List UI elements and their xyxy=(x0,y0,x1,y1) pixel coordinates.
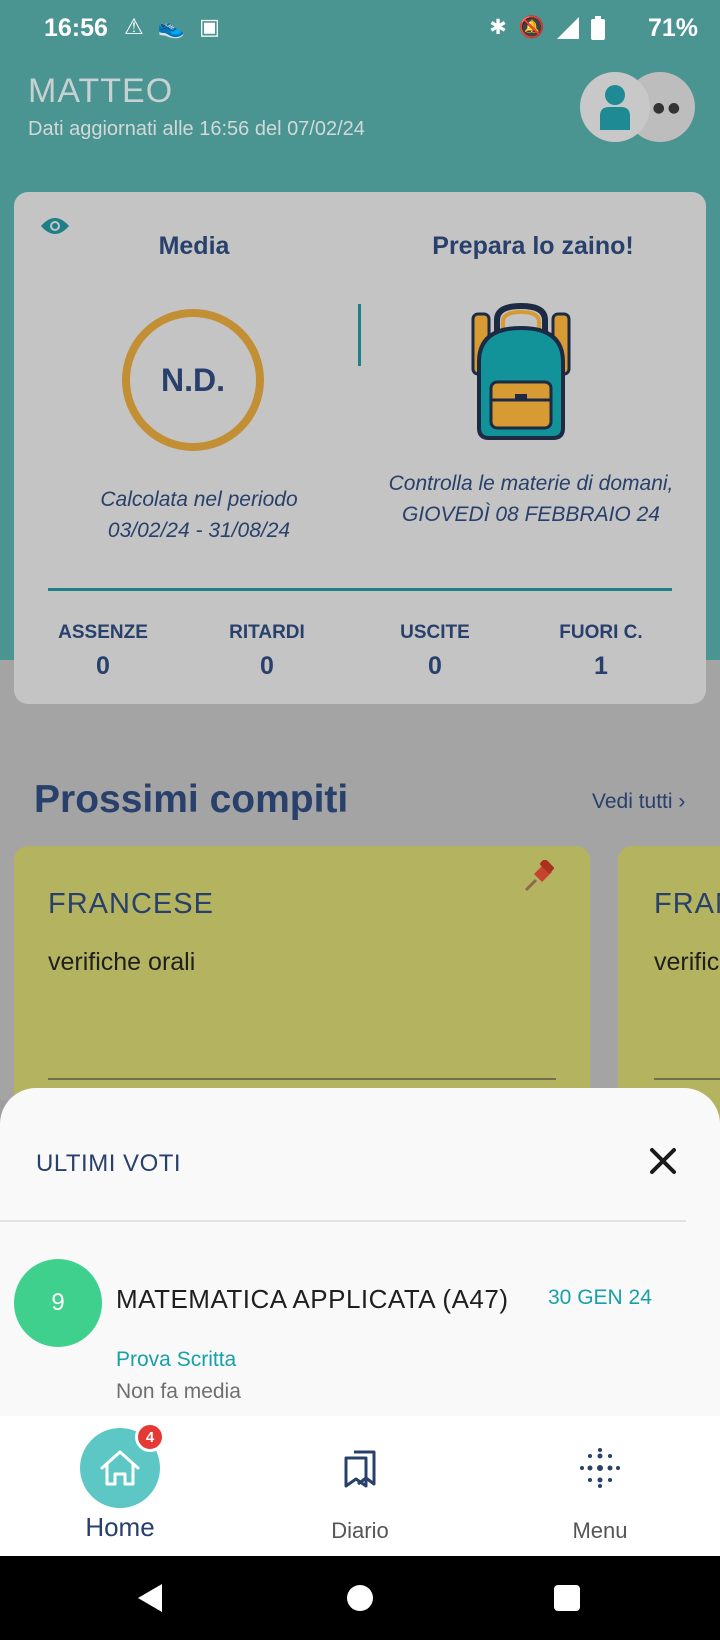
close-icon[interactable] xyxy=(646,1144,680,1178)
pin-icon[interactable] xyxy=(522,860,556,894)
shoe-icon: 👟 xyxy=(157,14,186,39)
home-circle-icon[interactable] xyxy=(347,1585,373,1611)
backpack-title[interactable]: Prepara lo zaino! xyxy=(360,232,706,261)
see-all-link[interactable]: Vedi tutti › xyxy=(592,790,685,814)
card-divider-horizontal xyxy=(48,588,672,591)
status-left-icons: ⚠ 👟 ▣ xyxy=(124,14,220,40)
more-dots-icon: ●● xyxy=(652,100,683,116)
warning-icon: ⚠ xyxy=(124,14,144,39)
notification-badge: 4 xyxy=(135,1422,165,1452)
nav-label-diary: Diario xyxy=(331,1518,389,1543)
bluetooth-icon: ✱ xyxy=(489,16,507,39)
bottom-navigation: 4 Home Diario Menu xyxy=(0,1416,720,1556)
nav-item-menu[interactable]: Menu xyxy=(480,1416,720,1556)
photo-icon: ▣ xyxy=(199,14,220,39)
homework-subject: FRAN xyxy=(654,888,720,920)
recents-square-icon[interactable] xyxy=(554,1585,580,1611)
homework-description: verific xyxy=(654,948,720,976)
nav-label-home: Home xyxy=(85,1512,155,1542)
stat-exits[interactable]: USCITE 0 xyxy=(360,622,510,681)
grade-date: 30 GEN 24 xyxy=(548,1286,652,1309)
nav-item-home[interactable]: 4 Home xyxy=(0,1416,240,1556)
nav-diary-icon-wrap[interactable] xyxy=(320,1428,400,1508)
average-title: Media xyxy=(158,232,230,260)
grade-subject: MATEMATICA APPLICATA (A47) xyxy=(116,1284,509,1314)
homework-card-divider xyxy=(48,1078,556,1080)
signal-4g-icon xyxy=(557,16,579,39)
nav-item-diary[interactable]: Diario xyxy=(240,1416,480,1556)
dots-grid-icon xyxy=(580,1448,620,1488)
nav-label-menu: Menu xyxy=(572,1518,628,1543)
homework-subject: FRANCESE xyxy=(48,888,214,920)
battery-percentage: 71% xyxy=(647,14,698,42)
student-name: MATTEO xyxy=(28,72,174,110)
grade-note: Non fa media xyxy=(116,1380,241,1403)
person-icon xyxy=(600,85,630,130)
homework-card-divider xyxy=(654,1078,720,1080)
avatar[interactable] xyxy=(580,72,650,142)
average-ring: N.D. xyxy=(122,309,264,451)
status-bar: 16:56 ⚠ 👟 ▣ ✱ 🔕 71% xyxy=(0,0,720,60)
backpack-note: Controlla le materie di domani, GIOVEDÌ … xyxy=(388,472,674,526)
homework-description: verifiche orali xyxy=(48,948,196,976)
backpack-icon[interactable] xyxy=(469,302,573,442)
homework-section-title: Prossimi compiti xyxy=(34,778,349,821)
summary-card: Media Prepara lo zaino! N.D. Calcolata n… xyxy=(14,192,706,704)
profile-switcher[interactable]: ●● xyxy=(580,72,695,142)
grade-type: Prova Scritta xyxy=(116,1348,237,1371)
battery-icon xyxy=(591,15,605,40)
average-period-note: Calcolata nel periodo 03/02/24 - 31/08/2… xyxy=(100,488,298,542)
home-icon xyxy=(100,1450,140,1486)
average-value: N.D. xyxy=(161,361,225,398)
sheet-title: ULTIMI VOTI xyxy=(36,1150,182,1177)
sheet-divider xyxy=(0,1220,686,1222)
stat-absences[interactable]: ASSENZE 0 xyxy=(28,622,178,681)
status-right-icons: ✱ 🔕 xyxy=(489,15,605,40)
grade-badge: 9 xyxy=(14,1259,102,1347)
status-time: 16:56 xyxy=(44,14,108,42)
latest-grades-sheet: ULTIMI VOTI 9 MATEMATICA APPLICATA (A47)… xyxy=(0,1088,720,1418)
nav-menu-icon-wrap[interactable] xyxy=(560,1428,640,1508)
card-divider-vertical xyxy=(358,304,361,366)
bookmarks-icon xyxy=(344,1450,376,1488)
mute-icon: 🔕 xyxy=(518,15,545,39)
stat-delays[interactable]: RITARDI 0 xyxy=(192,622,342,681)
stat-outside-class[interactable]: FUORI C. 1 xyxy=(526,622,676,681)
last-update-text: Dati aggiornati alle 16:56 del 07/02/24 xyxy=(28,118,365,140)
system-navigation-bar xyxy=(0,1556,720,1640)
back-icon[interactable] xyxy=(136,1582,164,1614)
